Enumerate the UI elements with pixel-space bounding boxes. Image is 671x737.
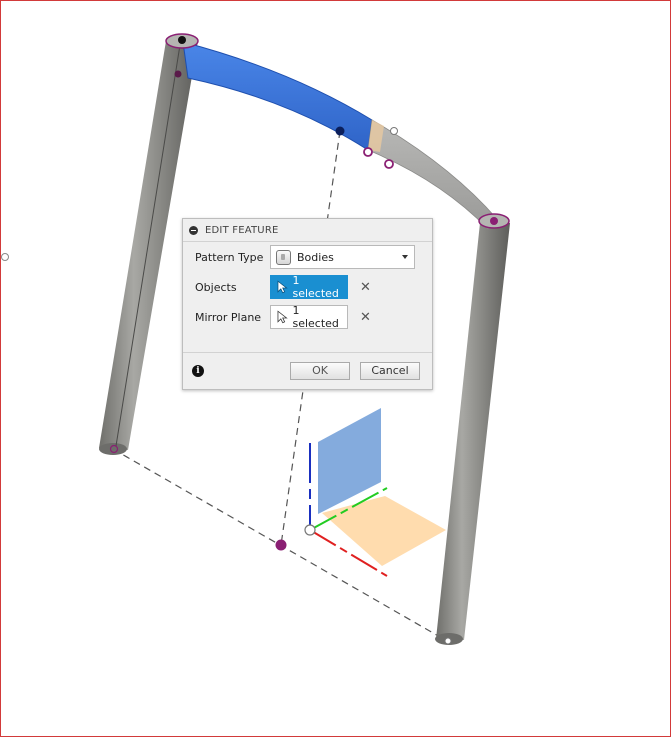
dropdown-arrow-icon <box>402 255 408 259</box>
dialog-header[interactable]: EDIT FEATURE <box>183 219 432 242</box>
yz-plane <box>318 408 381 514</box>
pattern-type-select[interactable]: Bodies <box>270 245 415 269</box>
origin-planes[interactable] <box>318 408 446 566</box>
mirror-plane-selection-button[interactable]: 1 selected <box>270 304 348 330</box>
objects-row: Objects 1 selected ✕ <box>183 274 432 300</box>
ok-button[interactable]: OK <box>290 362 350 380</box>
cursor-icon <box>277 280 288 294</box>
mirror-plane-row: Mirror Plane 1 selected ✕ <box>183 304 432 330</box>
pattern-type-value: Bodies <box>297 250 334 264</box>
right-pole[interactable] <box>435 223 510 645</box>
selected-arc-body[interactable] <box>182 41 373 151</box>
mirrored-arc-body[interactable] <box>367 119 498 230</box>
objects-value: 1 selected <box>292 274 339 300</box>
mirror-plane-label: Mirror Plane <box>195 310 262 324</box>
info-icon[interactable]: i <box>192 365 204 377</box>
dialog-footer: i OK Cancel <box>183 352 432 389</box>
bodies-icon <box>276 249 291 265</box>
mirror-plane-value: 1 selected <box>292 304 339 330</box>
objects-selection-button[interactable]: 1 selected <box>270 274 348 300</box>
edit-feature-dialog[interactable]: EDIT FEATURE Pattern Type Bodies Objects… <box>182 218 433 390</box>
xz-plane <box>322 496 446 566</box>
dialog-title: EDIT FEATURE <box>205 224 279 236</box>
clear-objects-icon[interactable]: ✕ <box>360 280 371 295</box>
collapse-icon[interactable] <box>189 225 198 235</box>
cancel-button[interactable]: Cancel <box>360 362 420 380</box>
pattern-type-row: Pattern Type Bodies <box>183 244 432 270</box>
cursor-icon <box>277 310 288 324</box>
clear-mirror-plane-icon[interactable]: ✕ <box>360 310 371 325</box>
pattern-type-label: Pattern Type <box>195 250 264 264</box>
objects-label: Objects <box>195 280 237 294</box>
